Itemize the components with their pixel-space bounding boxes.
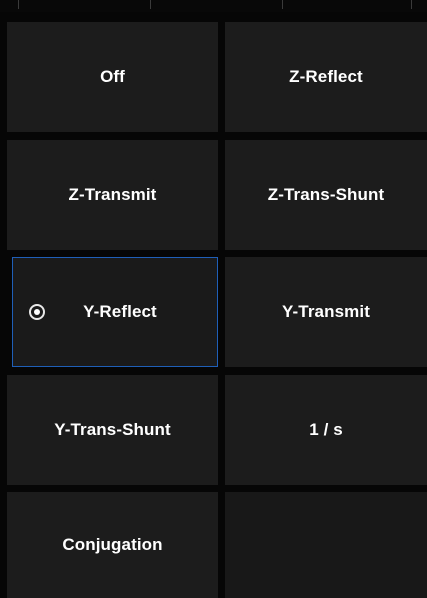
off-button-label: Off <box>100 67 125 86</box>
scale-tick <box>282 0 283 9</box>
y-reflect-button-label: Y-Reflect <box>83 302 157 321</box>
off-button[interactable]: Off <box>7 22 218 132</box>
scale-tick <box>18 0 19 9</box>
conversion-menu-panel: Off Z-Reflect Z-Transmit Z-Trans-Shunt Y… <box>0 0 427 598</box>
radio-dot <box>34 309 40 315</box>
z-trans-shunt-button-label: Z-Trans-Shunt <box>267 185 385 204</box>
y-transmit-button[interactable]: Y-Transmit <box>225 257 427 367</box>
inverse-s-button[interactable]: 1 / s <box>225 375 427 485</box>
scale-tick <box>150 0 151 9</box>
conjugation-button[interactable]: Conjugation <box>7 492 218 598</box>
selected-radio-indicator <box>29 304 45 320</box>
y-transmit-button-label: Y-Transmit <box>282 302 370 321</box>
y-trans-shunt-button-label: Y-Trans-Shunt <box>54 420 171 439</box>
conjugation-button-label: Conjugation <box>62 535 163 554</box>
z-reflect-button[interactable]: Z-Reflect <box>225 22 427 132</box>
y-reflect-button[interactable]: Y-Reflect <box>12 257 218 367</box>
inverse-s-button-label: 1 / s <box>309 420 343 439</box>
scale-tick <box>411 0 412 9</box>
z-reflect-button-label: Z-Reflect <box>289 67 363 86</box>
top-scale-strip <box>0 0 427 12</box>
z-transmit-button-label: Z-Transmit <box>68 185 157 204</box>
empty-button-slot <box>225 492 427 598</box>
z-transmit-button[interactable]: Z-Transmit <box>7 140 218 250</box>
y-trans-shunt-button[interactable]: Y-Trans-Shunt <box>7 375 218 485</box>
z-trans-shunt-button[interactable]: Z-Trans-Shunt <box>225 140 427 250</box>
